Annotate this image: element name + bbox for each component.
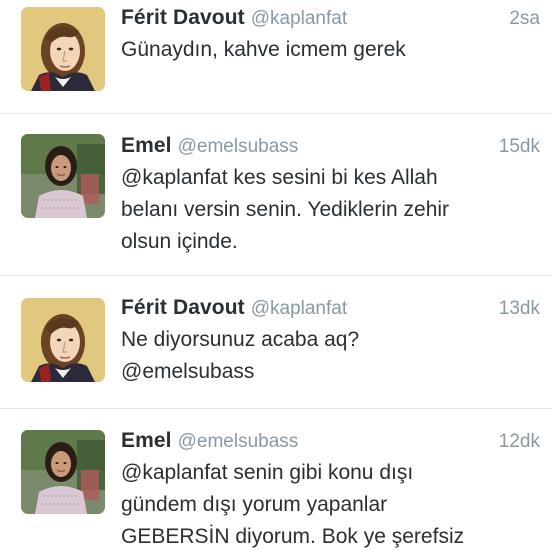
- tweet-item[interactable]: Emel @emelsubass 12dk @kaplanfat senin gi…: [0, 409, 552, 556]
- woman-photo-avatar[interactable]: [21, 430, 105, 514]
- tweet-timestamp[interactable]: 12dk: [499, 431, 540, 453]
- user-name[interactable]: Férit Davout: [121, 296, 245, 319]
- napoleon-portrait-avatar[interactable]: [21, 298, 105, 382]
- napoleon-portrait-avatar[interactable]: [21, 7, 105, 91]
- tweet-text: Ne diyorsunuz acaba aq? @emelsubass: [121, 328, 360, 383]
- woman-photo-avatar[interactable]: [21, 134, 105, 218]
- tweet-item[interactable]: Emel @emelsubass 15dk @kaplanfat kes sesi…: [0, 114, 552, 276]
- user-name[interactable]: Férit Davout: [121, 6, 245, 29]
- tweet-header: Férit Davout @kaplanfat 13dk: [121, 296, 540, 324]
- user-name[interactable]: Emel: [121, 134, 172, 157]
- tweet-item[interactable]: Férit Davout @kaplanfat 13dk Ne diyorsunu…: [0, 276, 552, 409]
- user-name[interactable]: Emel: [121, 429, 172, 452]
- user-handle[interactable]: @kaplanfat: [251, 8, 347, 29]
- tweet-text: @kaplanfat kes sesini bi kes Allah belan…: [121, 166, 450, 253]
- tweet-header: Emel @emelsubass 12dk: [121, 429, 540, 457]
- tweet-timestamp[interactable]: 13dk: [499, 298, 540, 320]
- user-handle[interactable]: @emelsubass: [178, 136, 299, 157]
- tweet-item[interactable]: Férit Davout @kaplanfat 2sa Günaydın, kah…: [0, 0, 552, 114]
- tweet-text: @kaplanfat senin gibi konu dışı gündem d…: [121, 461, 465, 548]
- tweet-timeline: Férit Davout @kaplanfat 2sa Günaydın, kah…: [0, 0, 552, 556]
- tweet-text: Günaydın, kahve icmem gerek: [121, 38, 406, 61]
- user-handle[interactable]: @emelsubass: [178, 431, 299, 452]
- tweet-header: Emel @emelsubass 15dk: [121, 134, 540, 162]
- tweet-timestamp[interactable]: 2sa: [509, 8, 540, 30]
- tweet-header: Férit Davout @kaplanfat 2sa: [121, 6, 540, 34]
- user-handle[interactable]: @kaplanfat: [251, 298, 347, 319]
- tweet-timestamp[interactable]: 15dk: [499, 136, 540, 158]
